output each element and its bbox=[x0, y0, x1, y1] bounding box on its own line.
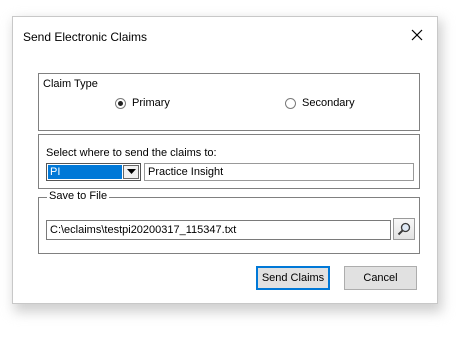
dialog-title: Send Electronic Claims bbox=[23, 30, 148, 44]
destination-label: Select where to send the claims to: bbox=[46, 147, 217, 159]
radio-secondary-button[interactable] bbox=[285, 97, 296, 109]
send-claims-button[interactable]: Send Claims bbox=[256, 266, 330, 290]
destination-name-display: Practice Insight bbox=[144, 163, 414, 181]
radio-primary-button[interactable] bbox=[115, 97, 126, 109]
destination-group: Select where to send the claims to: PI P… bbox=[38, 134, 420, 189]
radio-secondary[interactable]: Secondary bbox=[285, 97, 355, 109]
title-bar: Send Electronic Claims bbox=[13, 17, 437, 53]
save-to-file-label: Save to File bbox=[47, 190, 110, 202]
destination-selected-value: PI bbox=[48, 165, 122, 179]
radio-primary[interactable]: Primary bbox=[115, 97, 170, 109]
magnifier-icon[interactable] bbox=[393, 218, 415, 240]
save-to-file-group: Save to File bbox=[38, 190, 420, 254]
cancel-button[interactable]: Cancel bbox=[344, 266, 417, 290]
chevron-down-icon[interactable] bbox=[123, 165, 139, 179]
radio-secondary-label: Secondary bbox=[302, 97, 355, 109]
claim-type-label: Claim Type bbox=[43, 78, 98, 90]
radio-primary-label: Primary bbox=[132, 97, 170, 109]
close-icon[interactable] bbox=[407, 25, 427, 45]
destination-dropdown[interactable]: PI bbox=[46, 163, 141, 181]
send-electronic-claims-dialog: Send Electronic Claims Claim Type Primar… bbox=[12, 16, 438, 304]
claim-type-group: Claim Type Primary Secondary bbox=[38, 73, 420, 131]
file-path-input[interactable] bbox=[46, 220, 391, 240]
